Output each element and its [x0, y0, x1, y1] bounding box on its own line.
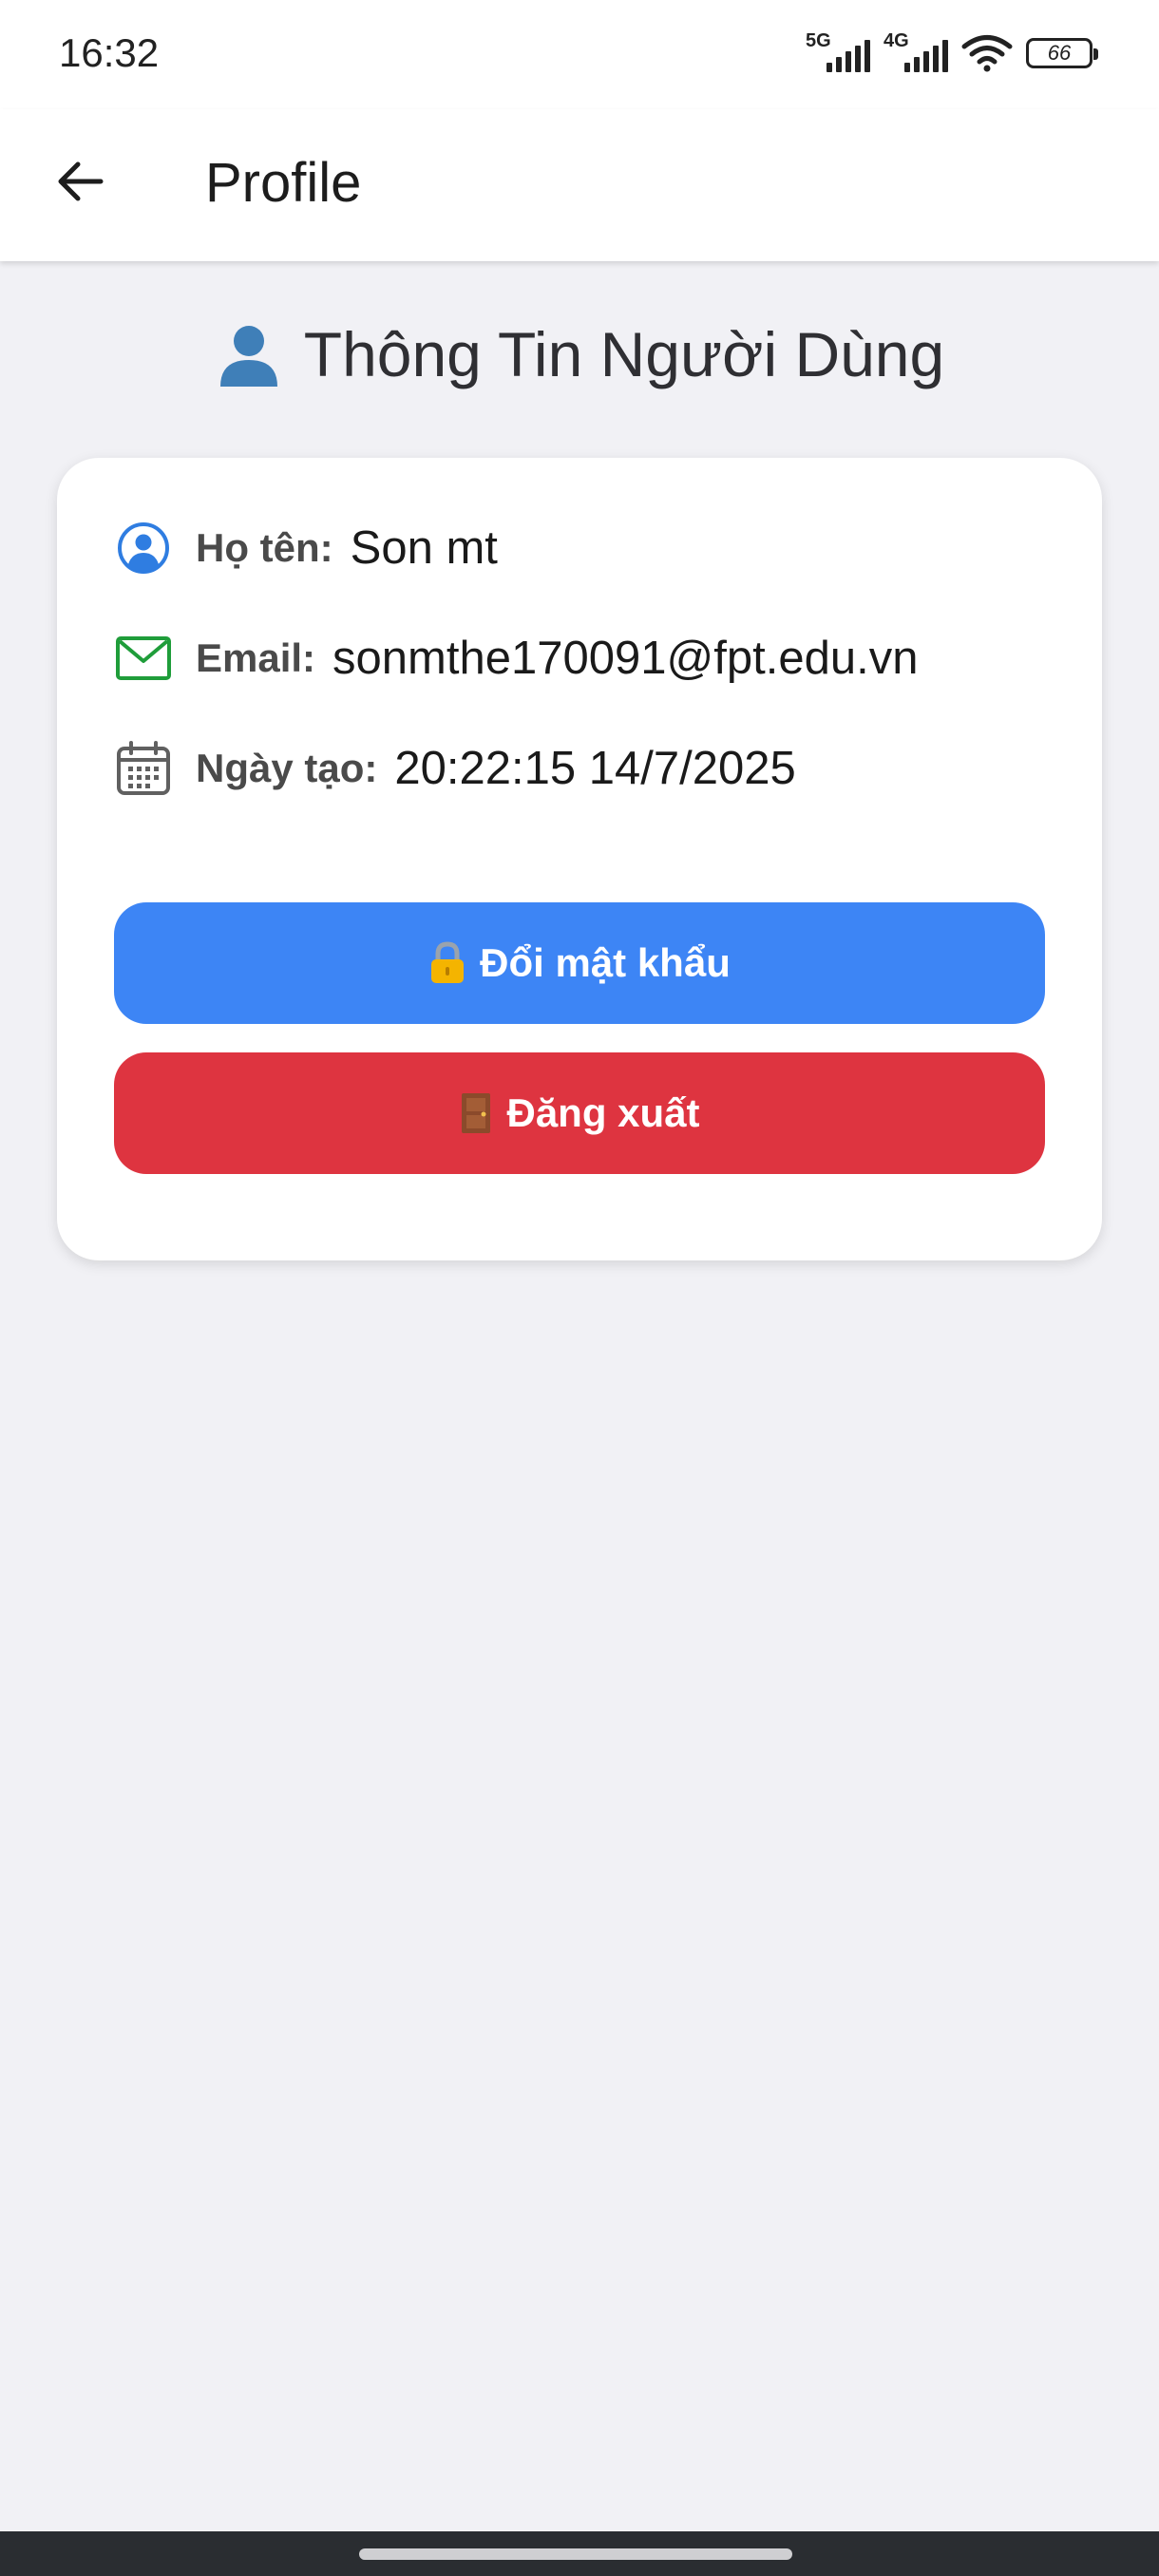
section-heading: Thông Tin Người Dùng [0, 318, 1159, 390]
app-bar: Profile [0, 109, 1159, 261]
mail-icon [114, 629, 173, 688]
wifi-icon [961, 35, 1013, 72]
signal-4g-icon: 4G [884, 30, 948, 72]
signal-5g-icon: 5G [806, 30, 870, 72]
lock-icon [431, 941, 465, 983]
email-value: sonmthe170091@fpt.edu.vn [332, 633, 919, 684]
battery-level: 66 [1047, 41, 1072, 65]
battery-icon: 66 [1026, 38, 1098, 68]
status-time: 16:32 [59, 30, 160, 75]
user-circle-icon [114, 519, 173, 578]
home-gesture-handle[interactable] [359, 2548, 792, 2560]
network-label-5g: 5G [806, 30, 831, 51]
person-icon [219, 326, 277, 387]
name-label: Họ tên: [196, 525, 333, 570]
email-label: Email: [196, 635, 316, 680]
system-nav-bar [0, 2531, 1159, 2576]
door-icon [462, 1093, 491, 1133]
profile-card: Họ tên: Son mt Email: sonmthe170091@fpt.… [57, 458, 1102, 1260]
created-date-row: Ngày tạo: 20:22:15 14/7/2025 [114, 735, 796, 802]
change-password-label: Đổi mật khẩu [480, 940, 731, 985]
name-row: Họ tên: Son mt [114, 515, 498, 581]
created-date-label: Ngày tạo: [196, 746, 378, 790]
status-bar: 16:32 5G 4G 66 [0, 0, 1159, 109]
arrow-left-icon [58, 161, 104, 201]
network-label-4g: 4G [884, 30, 909, 51]
page-title: Profile [205, 152, 362, 214]
calendar-icon [114, 739, 173, 798]
logout-button[interactable]: Đăng xuất [114, 1052, 1045, 1174]
change-password-button[interactable]: Đổi mật khẩu [114, 902, 1045, 1024]
status-icons: 5G 4G 66 [806, 30, 1098, 74]
logout-label: Đăng xuất [506, 1090, 700, 1135]
section-heading-text: Thông Tin Người Dùng [303, 319, 945, 389]
back-button[interactable] [46, 147, 114, 216]
created-date-value: 20:22:15 14/7/2025 [394, 743, 796, 794]
name-value: Son mt [350, 522, 498, 574]
email-row: Email: sonmthe170091@fpt.edu.vn [114, 625, 918, 691]
